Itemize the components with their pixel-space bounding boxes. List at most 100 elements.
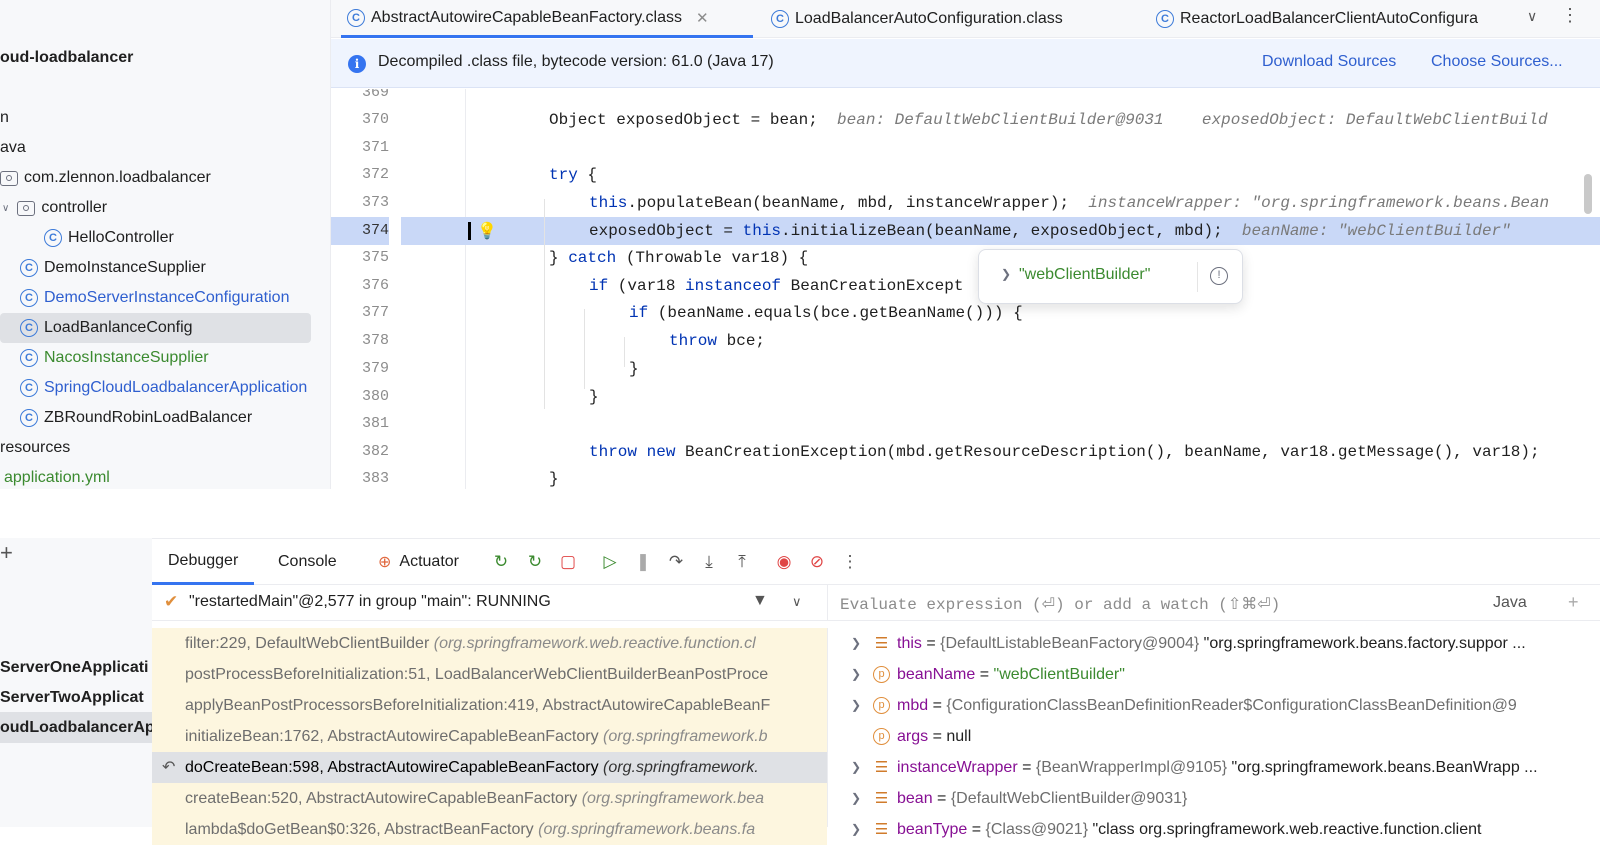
rerun-icon[interactable]: ↻ bbox=[492, 553, 510, 571]
line-number: 382 bbox=[361, 443, 389, 460]
tree-item-zbroundrobinloadbalancer[interactable]: C ZBRoundRobinLoadBalancer bbox=[20, 403, 252, 433]
choose-sources-link[interactable]: Choose Sources... bbox=[1431, 53, 1563, 71]
add-watch-icon[interactable]: + bbox=[1568, 592, 1579, 613]
more-icon[interactable]: ⋮ bbox=[841, 553, 859, 571]
download-sources-link[interactable]: Download Sources bbox=[1262, 53, 1396, 71]
add-icon[interactable]: + bbox=[0, 540, 13, 566]
process-item-selected[interactable]: oudLoadbalancerAp bbox=[0, 712, 152, 743]
stack-frame[interactable]: postProcessBeforeInitialization:51, Load… bbox=[152, 659, 827, 690]
process-item[interactable]: ServerTwoApplicat bbox=[0, 682, 152, 713]
tree-item-application-yml[interactable]: application.yml bbox=[4, 463, 110, 489]
value-tooltip[interactable]: ❯ "webClientBuilder" ! bbox=[978, 249, 1243, 304]
tab-console[interactable]: Console bbox=[272, 539, 343, 585]
code-line-373: this.populateBean(beanName, mbd, instanc… bbox=[589, 189, 1600, 217]
step-over-icon[interactable]: ↷ bbox=[667, 553, 685, 571]
chevron-right-icon[interactable]: ❯ bbox=[851, 814, 861, 845]
code-editor[interactable]: 369 370 371 372 373 374 375 376 377 378 … bbox=[331, 89, 1600, 489]
variable-row[interactable]: ❯ p beanName = "webClientBuilder" bbox=[827, 659, 1600, 690]
code-line-370: Object exposedObject = bean; bean: Defau… bbox=[549, 106, 1600, 134]
tree-item-loadbanlanceconfig[interactable]: C LoadBanlanceConfig bbox=[0, 313, 311, 343]
decompiled-banner: i Decompiled .class file, bytecode versi… bbox=[331, 39, 1600, 88]
lightbulb-icon[interactable]: 💡 bbox=[477, 221, 497, 241]
variable-row[interactable]: ❯ ☰ bean = {DefaultWebClientBuilder@9031} bbox=[827, 783, 1600, 814]
tab-reactorloadbalancerclientautoconfiguration[interactable]: C ReactorLoadBalancerClientAutoConfigura bbox=[1151, 0, 1503, 38]
tab-abstractautowirecapablebeanfactory[interactable]: C AbstractAutowireCapableBeanFactory.cla… bbox=[341, 0, 753, 38]
keyword: if bbox=[589, 277, 609, 295]
more-icon[interactable]: ⋮ bbox=[1561, 5, 1579, 26]
stack-frame[interactable]: initializeBean:1762, AbstractAutowireCap… bbox=[152, 721, 827, 752]
chevron-right-icon[interactable]: ❯ bbox=[851, 690, 861, 721]
tree-item-resources[interactable]: resources bbox=[0, 433, 70, 463]
var-name: mbd bbox=[897, 697, 929, 714]
code-text: } bbox=[629, 360, 639, 378]
project-root[interactable]: oud-loadbalancer bbox=[0, 43, 133, 73]
evaluate-expression-input[interactable]: Evaluate expression (⏎) or add a watch (… bbox=[827, 585, 1600, 621]
tree-item-nacosinstancesupplier[interactable]: C NacosInstanceSupplier bbox=[20, 343, 209, 373]
chevron-right-icon[interactable]: ❯ bbox=[851, 659, 861, 690]
stop-icon[interactable]: ▢ bbox=[559, 553, 577, 571]
chevron-down-icon[interactable]: ∨ bbox=[1527, 8, 1537, 25]
resume-icon[interactable]: ▷ bbox=[601, 553, 619, 571]
editor-scrollbar[interactable] bbox=[1584, 174, 1592, 214]
code-text: exposedObject = bbox=[589, 222, 743, 240]
chevron-right-icon[interactable]: ❯ bbox=[851, 628, 861, 659]
filter-icon[interactable]: ▼ bbox=[752, 592, 768, 610]
chevron-right-icon[interactable]: ❯ bbox=[1001, 267, 1011, 281]
variable-row[interactable]: ❯ ☰ beanType = {Class@9021} "class org.spr… bbox=[827, 814, 1600, 845]
field-icon: ☰ bbox=[874, 821, 889, 838]
tab-actuator[interactable]: ⊕ Actuator bbox=[372, 539, 465, 585]
tab-loadbalancerautoconfiguration[interactable]: C LoadBalancerAutoConfiguration.class bbox=[763, 0, 1123, 38]
code-text: } bbox=[589, 388, 599, 406]
keyword: this bbox=[742, 222, 782, 240]
package-icon bbox=[17, 200, 36, 216]
chevron-right-icon[interactable]: ❯ bbox=[851, 783, 861, 814]
stack-frame-selected[interactable]: ↶ doCreateBean:598, AbstractAutowireCapab… bbox=[152, 752, 827, 783]
tree-item-package[interactable]: com.zlennon.loadbalancer bbox=[0, 163, 211, 193]
class-icon: C bbox=[347, 8, 365, 27]
frame-package: (org.springframework. bbox=[603, 759, 759, 776]
tree-label: application.yml bbox=[4, 469, 110, 486]
keyword: catch bbox=[568, 249, 617, 267]
code-line-374: exposedObject = this.initializeBean(bean… bbox=[589, 217, 1600, 245]
process-item[interactable]: ServerOneApplicati bbox=[0, 652, 152, 683]
variable-row[interactable]: ❯ ☰ instanceWrapper = {BeanWrapperImpl@910… bbox=[827, 752, 1600, 783]
chevron-right-icon[interactable]: ❯ bbox=[851, 752, 861, 783]
tab-label: ReactorLoadBalancerClientAutoConfigura bbox=[1180, 10, 1478, 27]
pause-icon[interactable]: ❚ bbox=[634, 553, 652, 571]
tree-item-demoserverinstanceconfiguration[interactable]: C DemoServerInstanceConfiguration bbox=[20, 283, 289, 313]
tree-item-controller[interactable]: ∨ controller bbox=[2, 193, 107, 223]
tree-item-java[interactable]: ava bbox=[0, 133, 26, 163]
variable-row[interactable]: ❯ p mbd = {ConfigurationClassBeanDefinitio… bbox=[827, 690, 1600, 721]
text-caret bbox=[468, 222, 471, 240]
thread-selector[interactable]: ✔ "restartedMain"@2,577 in group "main":… bbox=[152, 585, 827, 621]
rerun-debug-icon[interactable]: ↻ bbox=[526, 553, 544, 571]
close-icon[interactable]: ✕ bbox=[696, 9, 709, 27]
class-icon: C bbox=[20, 319, 38, 337]
code-text: (var18 bbox=[608, 277, 686, 295]
stack-frame[interactable]: filter:229, DefaultWebClientBuilder (org… bbox=[152, 628, 827, 659]
inline-hint: bean: DefaultWebClientBuilder@9031 bbox=[837, 111, 1164, 129]
class-icon: C bbox=[20, 349, 38, 367]
tree-item-main[interactable]: n bbox=[0, 103, 9, 133]
tree-item-springcloudloadbalancerapplication[interactable]: C SpringCloudLoadbalancerApplication bbox=[20, 373, 307, 403]
frame-name: applyBeanPostProcessorsBeforeInitializat… bbox=[185, 697, 771, 714]
mute-breakpoints-icon[interactable]: ⊘ bbox=[808, 553, 826, 571]
tree-item-demoinstancesupplier[interactable]: C DemoInstanceSupplier bbox=[20, 253, 206, 283]
tree-item-hellocontroller[interactable]: C HelloController bbox=[44, 223, 174, 253]
stack-frame[interactable]: lambda$doGetBean$0:326, AbstractBeanFact… bbox=[152, 814, 827, 845]
tab-debugger[interactable]: Debugger bbox=[152, 539, 255, 585]
variable-row[interactable]: p args = null bbox=[827, 721, 1600, 752]
var-type: {ConfigurationClassBeanDefinitionReader$… bbox=[946, 697, 1517, 714]
variable-row[interactable]: ❯ ☰ this = {DefaultListableBeanFactory@900… bbox=[827, 628, 1600, 659]
code-text: Object exposedObject = bean; bbox=[549, 111, 818, 129]
step-out-icon[interactable]: ⤒ bbox=[733, 553, 751, 571]
alert-icon[interactable]: ! bbox=[1210, 267, 1228, 285]
view-breakpoints-icon[interactable]: ◉ bbox=[775, 553, 793, 571]
stack-frame[interactable]: createBean:520, AbstractAutowireCapableB… bbox=[152, 783, 827, 814]
line-number: 376 bbox=[361, 277, 389, 294]
stack-frame[interactable]: applyBeanPostProcessorsBeforeInitializat… bbox=[152, 690, 827, 721]
step-into-icon[interactable]: ⤓ bbox=[700, 553, 718, 571]
chevron-down-icon[interactable]: ∨ bbox=[792, 594, 802, 610]
language-selector[interactable]: Java bbox=[1493, 594, 1527, 612]
chevron-down-icon[interactable]: ∨ bbox=[2, 203, 9, 214]
